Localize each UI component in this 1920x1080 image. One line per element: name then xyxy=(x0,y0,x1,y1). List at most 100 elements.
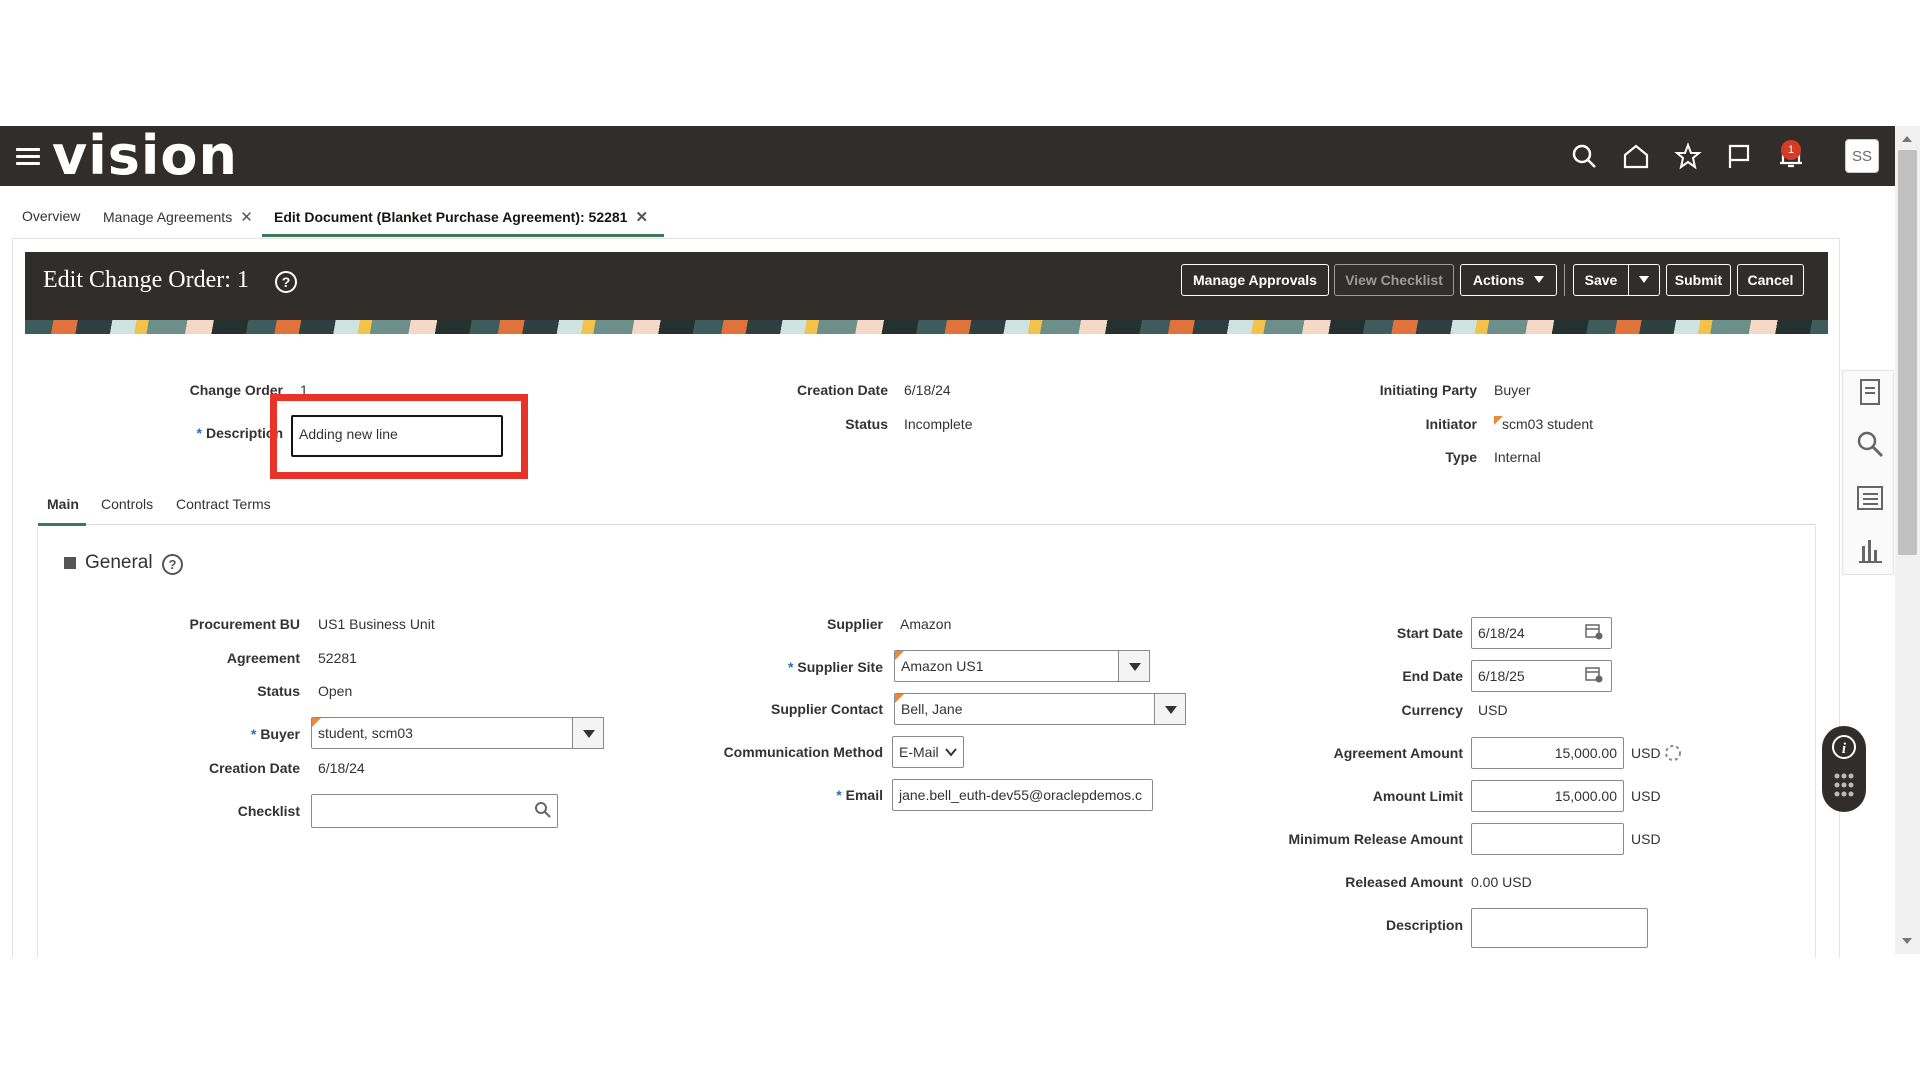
supplier-value: Amazon xyxy=(900,616,952,632)
supplier-site-label: * Supplier Site xyxy=(787,659,883,675)
released-amount-label: Released Amount xyxy=(1345,874,1463,890)
amount-limit-currency: USD xyxy=(1631,788,1661,804)
supplier-contact-input[interactable]: Bell, Jane xyxy=(894,693,1155,725)
email-label: * Email xyxy=(836,787,883,803)
creation-date-value: 6/18/24 xyxy=(904,382,951,398)
help-icon[interactable]: ? xyxy=(162,554,183,575)
email-input[interactable]: jane.bell_euth-dev55@oraclepdemos.c xyxy=(892,779,1153,811)
close-tab-icon[interactable]: ✕ xyxy=(635,209,648,226)
minimum-release-amount-label: Minimum Release Amount xyxy=(1288,831,1463,847)
supplier-contact-label: Supplier Contact xyxy=(770,701,883,717)
chevron-down-icon xyxy=(1639,276,1649,283)
type-label: Type xyxy=(1445,449,1477,465)
status-label: Status xyxy=(845,416,888,432)
currency-label: Currency xyxy=(1401,702,1463,718)
agreement-label: Agreement xyxy=(226,650,300,666)
description-label: * Description xyxy=(196,425,283,441)
section-title: General xyxy=(85,552,153,573)
agreement-amount-currency: USD xyxy=(1631,745,1661,761)
document-icon[interactable] xyxy=(1856,378,1884,406)
active-tab-indicator xyxy=(262,234,664,237)
supplier-site-dropdown-button[interactable] xyxy=(1118,650,1150,682)
actions-button[interactable]: Actions xyxy=(1460,264,1557,296)
communication-method-select[interactable]: E-Mail xyxy=(892,736,964,768)
creation-date-label: Creation Date xyxy=(796,382,888,398)
favorites-star-icon[interactable] xyxy=(1674,142,1702,170)
home-icon[interactable] xyxy=(1622,142,1650,170)
description-label: Description xyxy=(1385,917,1463,933)
header-decorative-pattern xyxy=(25,320,1828,334)
tab-overview[interactable]: Overview xyxy=(22,208,80,224)
supplier-contact-dropdown-button[interactable] xyxy=(1154,693,1186,725)
minimum-release-amount-input[interactable] xyxy=(1471,823,1624,855)
guided-help-widget[interactable]: i xyxy=(1822,726,1866,812)
type-value: Internal xyxy=(1494,449,1541,465)
subtab-divider xyxy=(38,524,1816,525)
checklist-input[interactable] xyxy=(311,794,558,828)
end-date-label: End Date xyxy=(1402,668,1463,684)
minimum-release-amount-currency: USD xyxy=(1631,831,1661,847)
bar-chart-icon[interactable] xyxy=(1856,536,1884,564)
description-textarea[interactable] xyxy=(1471,908,1648,948)
submit-button[interactable]: Submit xyxy=(1666,264,1731,296)
hamburger-menu-icon[interactable] xyxy=(16,148,40,166)
help-icon[interactable]: ? xyxy=(275,271,297,293)
initiating-party-value: Buyer xyxy=(1494,382,1531,398)
supplier-label: Supplier xyxy=(826,616,883,632)
chevron-down-icon xyxy=(945,748,957,757)
user-avatar[interactable]: SS xyxy=(1845,139,1879,173)
procurement-bu-label: Procurement BU xyxy=(189,616,300,632)
drag-handle-icon[interactable] xyxy=(1833,772,1855,798)
agreement-amount-label: Agreement Amount xyxy=(1333,745,1463,761)
creation-date-value: 6/18/24 xyxy=(318,760,365,776)
notification-count-badge: 1 xyxy=(1781,140,1801,160)
scrollbar-thumb[interactable] xyxy=(1898,150,1917,555)
tab-contract-terms[interactable]: Contract Terms xyxy=(176,496,271,512)
procurement-bu-value: US1 Business Unit xyxy=(318,616,435,632)
communication-method-value: E-Mail xyxy=(899,744,939,760)
initiator-label: Initiator xyxy=(1425,416,1477,432)
collapse-triangle-icon[interactable] xyxy=(64,557,76,569)
close-tab-icon[interactable]: ✕ xyxy=(240,209,253,226)
save-button[interactable]: Save xyxy=(1573,264,1629,296)
supplier-site-input[interactable]: Amazon US1 xyxy=(894,650,1119,682)
toolbar-divider xyxy=(1564,264,1565,296)
initiator-value[interactable]: scm03 student xyxy=(1494,416,1593,432)
page-title: Edit Change Order: 1 xyxy=(43,267,249,293)
vision-logo: vision xyxy=(52,124,238,187)
agreement-amount-input[interactable]: 15,000.00 xyxy=(1471,737,1624,769)
search-icon[interactable] xyxy=(1856,430,1884,458)
tab-controls[interactable]: Controls xyxy=(101,496,153,512)
highlight-box xyxy=(270,394,528,479)
amount-limit-input[interactable]: 15,000.00 xyxy=(1471,780,1624,812)
view-checklist-button[interactable]: View Checklist xyxy=(1334,264,1454,296)
buyer-input[interactable]: student, scm03 xyxy=(311,717,573,749)
tab-overview-label: Overview xyxy=(22,208,81,224)
calendar-icon[interactable] xyxy=(1585,622,1603,640)
calendar-icon[interactable] xyxy=(1585,665,1603,683)
creation-date-label: Creation Date xyxy=(208,760,300,776)
agreement-value: 52281 xyxy=(318,650,357,666)
loading-spinner-icon xyxy=(1665,745,1681,761)
save-options-button[interactable] xyxy=(1628,264,1660,296)
search-icon[interactable] xyxy=(534,801,552,819)
scroll-up-arrow-icon[interactable] xyxy=(1902,136,1912,142)
manage-approvals-button[interactable]: Manage Approvals xyxy=(1181,264,1329,296)
tab-main[interactable]: Main xyxy=(47,496,79,512)
initiating-party-label: Initiating Party xyxy=(1379,382,1477,398)
list-icon[interactable] xyxy=(1856,484,1884,512)
tab-edit-document[interactable]: Edit Document (Blanket Purchase Agreemen… xyxy=(274,208,648,226)
tab-manage-agreements[interactable]: Manage Agreements ✕ xyxy=(103,208,253,226)
change-order-label: Change Order xyxy=(189,382,283,398)
status-value: Incomplete xyxy=(904,416,973,432)
released-amount-value: 0.00 USD xyxy=(1471,874,1532,890)
scroll-down-arrow-icon[interactable] xyxy=(1902,938,1912,944)
info-icon[interactable]: i xyxy=(1831,734,1857,760)
status-label: Status xyxy=(257,683,300,699)
chevron-down-icon xyxy=(1534,276,1545,283)
search-icon[interactable] xyxy=(1570,142,1598,170)
tab-edit-document-label: Edit Document (Blanket Purchase Agreemen… xyxy=(274,209,628,225)
cancel-button[interactable]: Cancel xyxy=(1737,264,1804,296)
flag-icon[interactable] xyxy=(1725,142,1753,170)
buyer-dropdown-button[interactable] xyxy=(572,717,604,749)
